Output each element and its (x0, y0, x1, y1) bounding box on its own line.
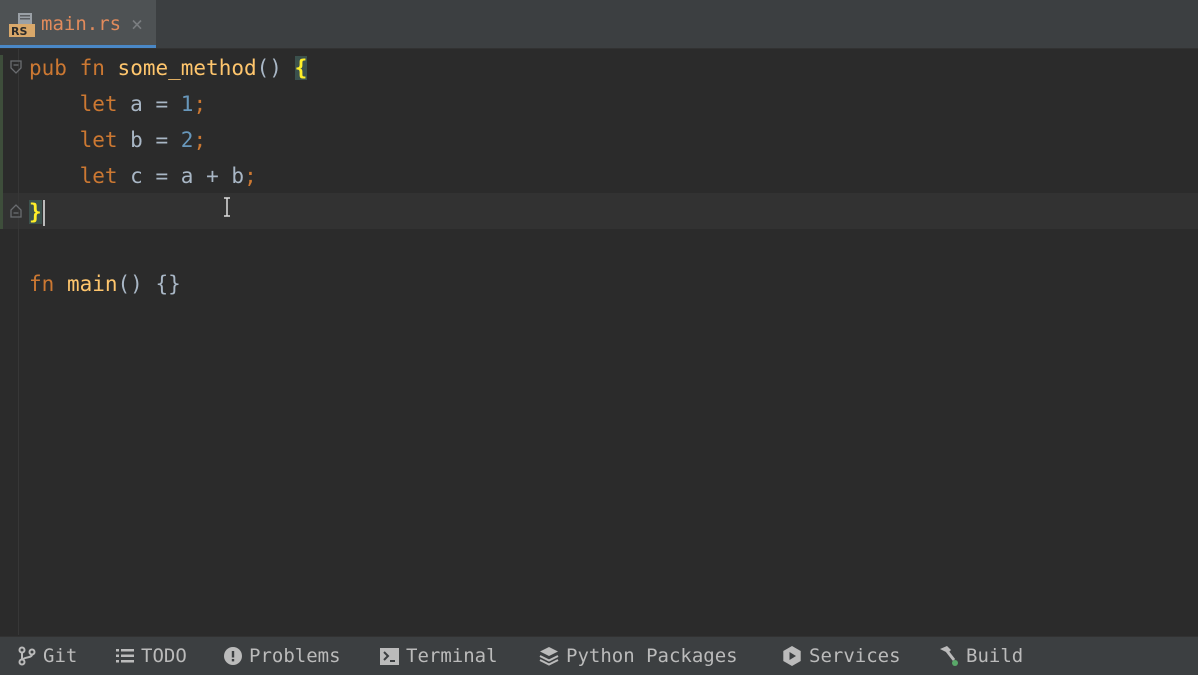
keyword: fn (29, 272, 55, 296)
identifier: b (231, 164, 245, 188)
todo-tool-button[interactable]: TODO (116, 637, 187, 675)
semicolon: ; (193, 128, 207, 152)
identifier: a (180, 164, 194, 188)
parens: () (256, 56, 282, 80)
terminal-tool-button[interactable]: Terminal (380, 637, 498, 675)
code-line-5[interactable]: } (29, 197, 45, 227)
text-caret (42, 200, 45, 226)
number-literal: 1 (180, 92, 194, 116)
identifier: b (130, 128, 143, 152)
services-tool-button[interactable]: Services (782, 637, 901, 675)
keyword: fn (79, 56, 105, 80)
python-packages-tool-button[interactable]: Python Packages (539, 637, 738, 675)
keyword: pub (29, 56, 67, 80)
layers-icon (539, 647, 559, 666)
close-icon[interactable]: × (131, 12, 143, 36)
matched-brace: } (29, 200, 42, 224)
identifier: c (130, 164, 143, 188)
function-name: main (66, 272, 118, 296)
tool-window-bar: Git TODO Problems Terminal Python Packag… (0, 636, 1198, 675)
hammer-icon (940, 646, 958, 666)
svg-text:RS: RS (11, 25, 27, 38)
operator: + (206, 164, 219, 188)
identifier: a (130, 92, 143, 116)
code-editor[interactable]: pub fn some_method() { let a = 1; let b … (0, 49, 1198, 635)
python-packages-label: Python Packages (566, 645, 738, 667)
info-circle-icon (224, 647, 242, 665)
git-label: Git (43, 645, 78, 667)
list-icon (116, 649, 134, 663)
tab-label: main.rs (41, 13, 122, 35)
todo-label: TODO (141, 645, 187, 667)
code-line-4[interactable]: let c = a + b; (29, 161, 257, 191)
services-play-icon (783, 646, 801, 666)
rust-file-icon: RS (9, 13, 35, 38)
fold-open-icon[interactable] (10, 59, 22, 75)
parens: () (117, 272, 143, 296)
problems-label: Problems (249, 645, 341, 667)
keyword: let (79, 92, 118, 116)
gutter-divider (18, 49, 19, 635)
services-label: Services (809, 645, 901, 667)
braces: {} (155, 272, 181, 296)
text-cursor-icon (224, 197, 230, 217)
operator: = (155, 128, 169, 152)
terminal-icon (380, 647, 399, 665)
build-label: Build (966, 645, 1024, 667)
editor-tab-bar: RS main.rs × (0, 0, 1198, 49)
git-branch-icon (18, 646, 36, 666)
operator: = (155, 164, 169, 188)
change-marker (0, 55, 3, 229)
code-line-2[interactable]: let a = 1; (29, 89, 207, 119)
function-name: some_method (117, 56, 257, 80)
code-line-3[interactable]: let b = 2; (29, 125, 207, 155)
semicolon: ; (193, 92, 207, 116)
number-literal: 2 (180, 128, 194, 152)
terminal-label: Terminal (406, 645, 498, 667)
problems-tool-button[interactable]: Problems (224, 637, 341, 675)
operator: = (155, 92, 169, 116)
keyword: let (79, 128, 118, 152)
code-line-1[interactable]: pub fn some_method() { (29, 53, 308, 83)
tab-main-rs[interactable]: RS main.rs × (0, 0, 156, 48)
fold-close-icon[interactable] (10, 203, 22, 219)
git-tool-button[interactable]: Git (18, 637, 77, 675)
build-tool-button[interactable]: Build (937, 637, 1023, 675)
code-line-7[interactable]: fn main() {} (29, 269, 181, 299)
semicolon: ; (244, 164, 257, 188)
current-line-highlight (0, 193, 1198, 229)
keyword: let (79, 164, 118, 188)
matched-brace: { (294, 56, 308, 80)
